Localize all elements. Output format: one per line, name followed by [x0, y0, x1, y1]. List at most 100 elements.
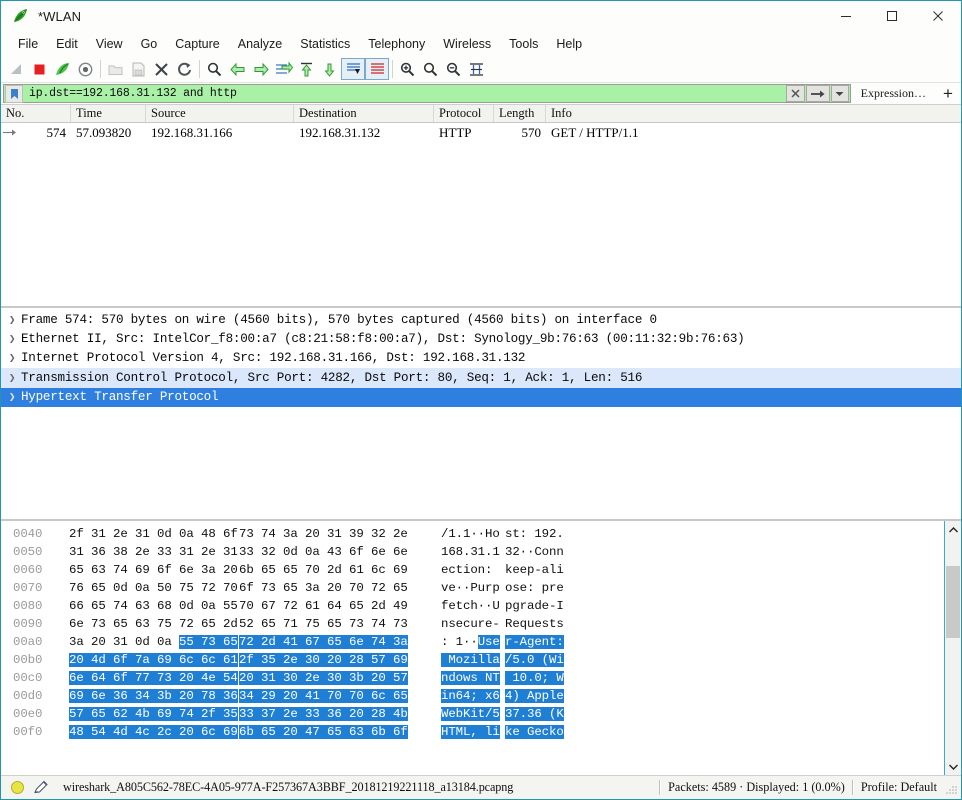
find-packet-button[interactable] — [203, 58, 226, 81]
hex-row[interactable]: 00f0 48 54 4d 4c 2c 20 6c 69 6b 65 20 47… — [7, 723, 944, 741]
detail-row-http[interactable]: ❯ Hypertext Transfer Protocol — [1, 387, 961, 407]
restart-capture-button[interactable] — [51, 58, 74, 81]
capture-comment-icon[interactable] — [33, 780, 49, 795]
expert-info-circle-icon[interactable] — [11, 781, 24, 794]
start-capture-button[interactable] — [5, 58, 28, 81]
save-file-button[interactable] — [127, 58, 150, 81]
title-bar-left: *WLAN — [1, 8, 81, 25]
minimize-button[interactable] — [823, 1, 869, 31]
chevron-right-icon[interactable]: ❯ — [3, 371, 21, 385]
hex-row[interactable]: 00b0 20 4d 6f 7a 69 6c 6c 61 2f 35 2e 30… — [7, 651, 944, 669]
hex-row[interactable]: 0040 2f 31 2e 31 0d 0a 48 6f 73 74 3a 20… — [7, 525, 944, 543]
column-header-length[interactable]: Length — [494, 105, 546, 122]
detail-row-ipv4[interactable]: ❯ Internet Protocol Version 4, Src: 192.… — [1, 349, 961, 368]
packet-details-pane[interactable]: ❯ Frame 574: 570 bytes on wire (4560 bit… — [1, 308, 961, 521]
hex-row[interactable]: 00d0 69 6e 36 34 3b 20 78 36 34 29 20 41… — [7, 687, 944, 705]
bookmark-icon[interactable] — [5, 84, 23, 103]
menu-go[interactable]: Go — [132, 34, 167, 54]
menu-wireless[interactable]: Wireless — [434, 34, 500, 54]
chevron-right-icon[interactable]: ❯ — [3, 351, 21, 365]
table-row[interactable]: 574 57.093820 192.168.31.166 192.168.31.… — [1, 123, 961, 142]
menu-capture[interactable]: Capture — [166, 34, 228, 54]
column-header-no[interactable]: No. — [1, 105, 71, 122]
column-header-protocol[interactable]: Protocol — [434, 105, 494, 122]
zoom-out-button[interactable] — [419, 58, 442, 81]
colorize-packets-button[interactable] — [365, 58, 389, 80]
hex-row[interactable]: 0070 76 65 0d 0a 50 75 72 70 6f 73 65 3a… — [7, 579, 944, 597]
chevron-right-icon[interactable]: ❯ — [3, 313, 21, 327]
close-file-button[interactable] — [150, 58, 173, 81]
menu-statistics[interactable]: Statistics — [291, 34, 359, 54]
zoom-in-button[interactable] — [396, 58, 419, 81]
maximize-button[interactable] — [869, 1, 915, 31]
column-header-source[interactable]: Source — [146, 105, 294, 122]
menu-file[interactable]: File — [9, 34, 47, 54]
column-header-time[interactable]: Time — [71, 105, 146, 122]
hex-offset: 0080 — [13, 599, 43, 613]
column-header-destination[interactable]: Destination — [294, 105, 434, 122]
hex-pane-scrollbar[interactable] — [944, 521, 961, 775]
open-file-button[interactable] — [104, 58, 127, 81]
scrollbar-track[interactable] — [945, 538, 961, 758]
chevron-down-icon — [948, 764, 958, 770]
hex-row[interactable]: 00a0 3a 20 31 0d 0a 55 73 65 72 2d 41 67… — [7, 633, 944, 651]
add-filter-button[interactable]: + — [935, 83, 961, 104]
column-header-info[interactable]: Info — [546, 105, 961, 122]
hex-row[interactable]: 0090 6e 73 65 63 75 72 65 2d 52 65 71 75… — [7, 615, 944, 633]
hex-ascii-group1: ection: — [441, 563, 500, 577]
auto-scroll-button[interactable] — [341, 58, 365, 80]
profile-label[interactable]: Profile: Default — [861, 780, 937, 795]
display-filter-input[interactable]: ip.dst==192.168.31.132 and http — [23, 87, 786, 100]
display-filter-input-wrapper[interactable]: ip.dst==192.168.31.132 and http — [3, 84, 851, 103]
go-to-first-packet-button[interactable] — [295, 58, 318, 81]
resize-grip-icon[interactable] — [943, 781, 957, 795]
hex-row[interactable]: 00e0 57 65 62 4b 69 74 2f 35 33 37 2e 33… — [7, 705, 944, 723]
apply-filter-button[interactable] — [805, 85, 830, 102]
menu-view[interactable]: View — [87, 34, 132, 54]
filter-expression-button[interactable]: Expression… — [851, 83, 935, 104]
go-to-packet-icon — [276, 61, 293, 74]
hex-ascii-selected: Use — [477, 635, 500, 649]
scroll-down-button[interactable] — [945, 758, 961, 775]
resize-columns-button[interactable] — [465, 58, 488, 81]
hex-bytes-selected: 69 6e 36 34 3b 20 78 36 — [69, 689, 238, 703]
hex-ascii-group2: 4) Apple — [505, 689, 577, 703]
detail-row-frame[interactable]: ❯ Frame 574: 570 bytes on wire (4560 bit… — [1, 310, 961, 329]
packet-bytes-pane[interactable]: 0040 2f 31 2e 31 0d 0a 48 6f 73 74 3a 20… — [1, 521, 961, 775]
menu-analyze[interactable]: Analyze — [229, 34, 291, 54]
hex-bytes-group1: 76 65 0d 0a 50 75 72 70 — [69, 581, 238, 595]
hex-row[interactable]: 0050 31 36 38 2e 33 31 2e 31 33 32 0d 0a… — [7, 543, 944, 561]
menu-telephony[interactable]: Telephony — [359, 34, 434, 54]
normal-size-button[interactable] — [442, 58, 465, 81]
detail-row-ethernet[interactable]: ❯ Ethernet II, Src: IntelCor_f8:00:a7 (c… — [1, 329, 961, 348]
clear-filter-button[interactable] — [785, 85, 805, 102]
go-back-button[interactable] — [226, 58, 249, 81]
go-forward-button[interactable] — [249, 58, 272, 81]
stop-capture-button[interactable] — [28, 58, 51, 81]
capture-options-button[interactable] — [74, 58, 97, 81]
go-to-last-packet-button[interactable] — [318, 58, 341, 81]
menu-tools[interactable]: Tools — [500, 34, 547, 54]
packet-list-pane[interactable]: No. Time Source Destination Protocol Len… — [1, 105, 961, 308]
filter-history-dropdown[interactable] — [830, 85, 849, 102]
resize-columns-icon — [470, 62, 483, 76]
apply-arrow-icon — [810, 90, 825, 97]
scroll-up-button[interactable] — [945, 521, 961, 538]
detail-row-tcp[interactable]: ❯ Transmission Control Protocol, Src Por… — [1, 368, 961, 388]
hex-ascii-selected: WebKit/5 — [441, 707, 500, 721]
go-to-packet-button[interactable] — [272, 58, 295, 81]
chevron-right-icon[interactable]: ❯ — [3, 390, 21, 404]
menu-edit[interactable]: Edit — [47, 34, 87, 54]
hex-row[interactable]: 00c0 6e 64 6f 77 73 20 4e 54 20 31 30 2e… — [7, 669, 944, 687]
chevron-right-icon[interactable]: ❯ — [3, 332, 21, 346]
reload-file-button[interactable] — [173, 58, 196, 81]
hex-bytes-selected: 6e 64 6f 77 73 20 4e 54 — [69, 671, 238, 685]
hex-row[interactable]: 0060 65 63 74 69 6f 6e 3a 20 6b 65 65 70… — [7, 561, 944, 579]
scrollbar-thumb[interactable] — [946, 566, 960, 638]
hex-bytes-group2: 33 32 0d 0a 43 6f 6e 6e — [239, 545, 408, 559]
hex-row[interactable]: 0080 66 65 74 63 68 0d 0a 55 70 67 72 61… — [7, 597, 944, 615]
hex-offset: 0070 — [13, 581, 43, 595]
detail-row-label: Transmission Control Protocol, Src Port:… — [21, 370, 643, 385]
menu-help[interactable]: Help — [547, 34, 591, 54]
close-button[interactable] — [915, 1, 961, 31]
